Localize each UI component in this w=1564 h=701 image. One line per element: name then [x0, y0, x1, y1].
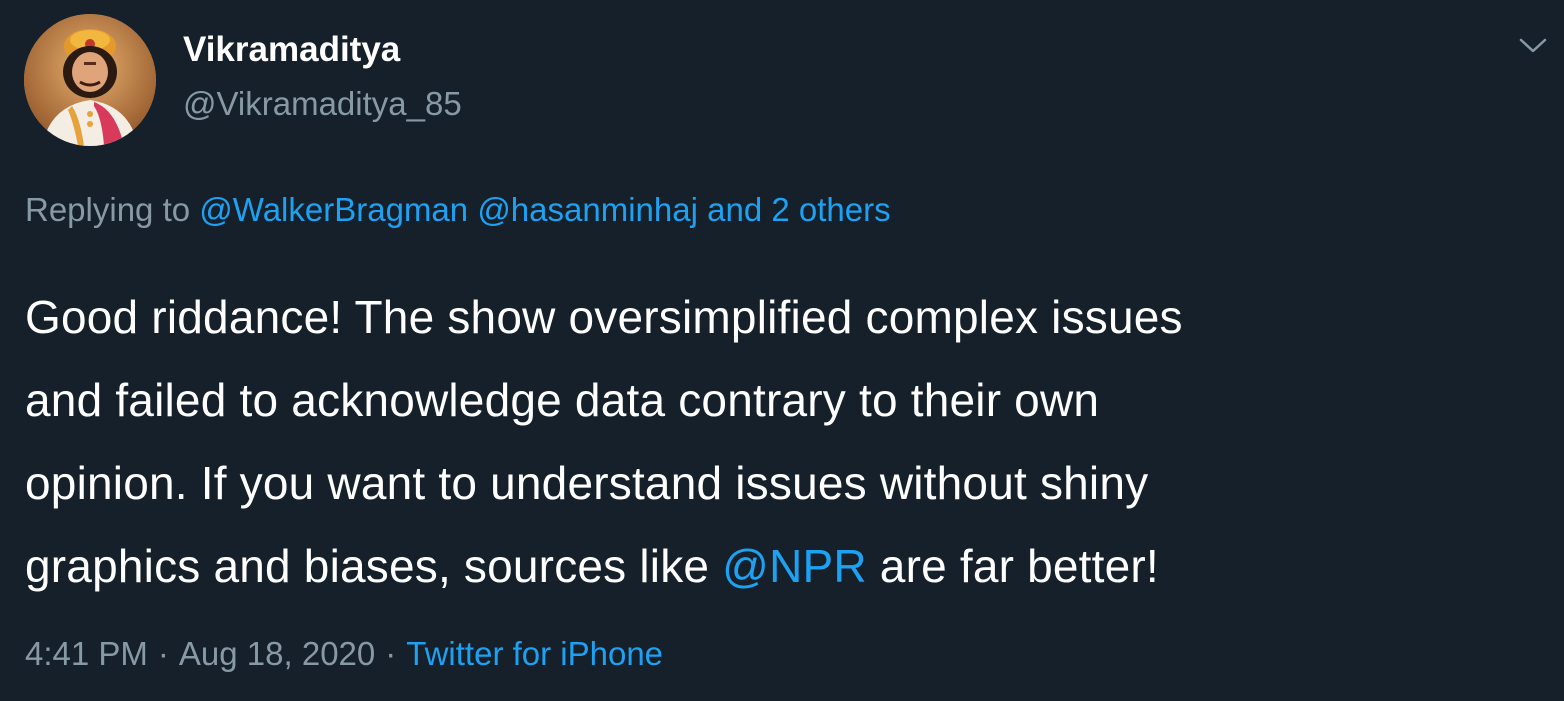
- tweet-date[interactable]: Aug 18, 2020: [179, 635, 375, 672]
- tweet-text-line: Good riddance! The show oversimplified c…: [25, 291, 1183, 343]
- tweet-text-segment: graphics and biases, sources like: [25, 540, 710, 592]
- meta-separator: ·: [385, 635, 397, 672]
- tweet-text-segment: are far better!: [879, 540, 1159, 592]
- tweet-source[interactable]: Twitter for iPhone: [406, 635, 663, 672]
- tweet-text-line: and failed to acknowledge data contrary …: [25, 374, 1100, 426]
- tweet-meta: 4:41 PM · Aug 18, 2020 · Twitter for iPhone: [25, 634, 663, 674]
- mention-walkerbragman[interactable]: @WalkerBragman: [199, 191, 468, 228]
- replying-to-label: Replying to: [25, 191, 191, 228]
- tweet-text-line: opinion. If you want to understand issue…: [25, 457, 1149, 509]
- replying-to: Replying to @WalkerBragman @hasanminhaj …: [25, 190, 891, 230]
- meta-separator: ·: [157, 635, 169, 672]
- chevron-down-icon[interactable]: [1515, 30, 1551, 60]
- tweet-text: Good riddance! The show oversimplified c…: [25, 276, 1545, 608]
- others-link[interactable]: and 2 others: [707, 191, 890, 228]
- tweet-time[interactable]: 4:41 PM: [25, 635, 148, 672]
- display-name[interactable]: Vikramaditya: [183, 30, 400, 70]
- mention-npr[interactable]: @NPR: [722, 540, 867, 592]
- user-handle[interactable]: @Vikramaditya_85: [183, 85, 462, 123]
- tweet-text-line: graphics and biases, sources like @NPR a…: [25, 525, 1545, 608]
- tweet-card: Vikramaditya @Vikramaditya_85 Replying t…: [0, 0, 1564, 701]
- avatar[interactable]: [24, 14, 156, 146]
- mention-hasanminhaj[interactable]: @hasanminhaj: [477, 191, 698, 228]
